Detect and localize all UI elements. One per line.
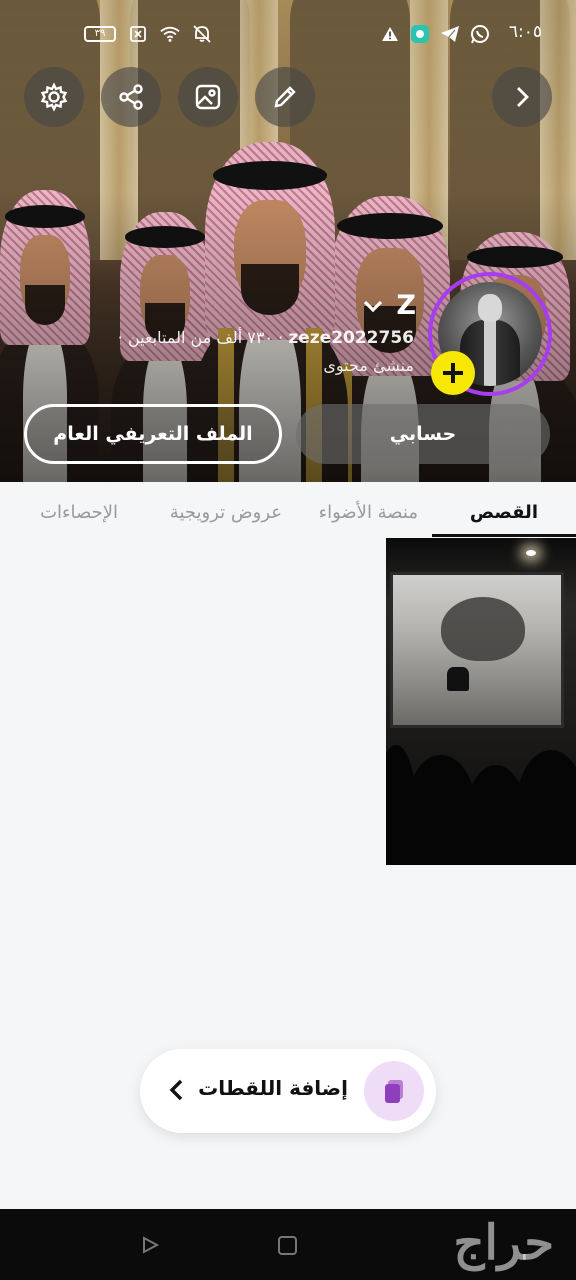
followers-count[interactable]: ٧٣٠ ألف من المتابعين bbox=[128, 328, 273, 347]
meta-separator: · bbox=[278, 328, 284, 347]
edit-button[interactable] bbox=[255, 67, 315, 127]
app-notification-icon bbox=[410, 24, 430, 44]
active-tab-indicator bbox=[432, 534, 576, 537]
story-thumbnail[interactable] bbox=[386, 538, 576, 865]
profile-meta: zeze2022756 · ٧٣٠ ألف من المتابعين · bbox=[118, 328, 414, 348]
profile-role: منشئ محتوى bbox=[323, 356, 414, 375]
mute-icon bbox=[192, 24, 212, 44]
share-button[interactable] bbox=[101, 67, 161, 127]
meta-separator: · bbox=[117, 328, 123, 347]
story-painting bbox=[390, 572, 564, 728]
battery-icon: ٣٩ bbox=[84, 26, 116, 42]
username: zeze2022756 bbox=[288, 328, 414, 348]
stack-icon bbox=[364, 1061, 424, 1121]
chevron-right-icon bbox=[517, 87, 529, 107]
tab-promotions[interactable]: عروض ترويجية bbox=[170, 502, 282, 523]
nav-home-button[interactable] bbox=[278, 1236, 297, 1255]
whatsapp-icon bbox=[470, 24, 490, 44]
back-button[interactable] bbox=[492, 67, 552, 127]
status-bar: ٣٩ ٦:٠٥ bbox=[0, 0, 576, 66]
watermark: حراج bbox=[453, 1215, 556, 1271]
telegram-icon bbox=[440, 24, 460, 44]
display-name-row[interactable]: Z bbox=[362, 290, 416, 321]
my-account-button[interactable]: حسابي bbox=[296, 404, 550, 464]
tab-stories[interactable]: القصص bbox=[470, 502, 538, 523]
sim-off-icon bbox=[128, 24, 148, 44]
tab-spotlight[interactable]: منصة الأضواء bbox=[319, 502, 418, 523]
nav-back-button[interactable] bbox=[140, 1235, 160, 1259]
chevron-down-icon bbox=[364, 300, 383, 312]
image-icon bbox=[195, 84, 221, 110]
add-story-button[interactable] bbox=[431, 351, 475, 395]
share-icon bbox=[119, 84, 143, 110]
chevron-left-icon bbox=[164, 1075, 188, 1105]
add-snaps-button[interactable]: إضافة اللقطات bbox=[140, 1049, 436, 1133]
public-profile-button[interactable]: الملف التعريفي العام bbox=[24, 404, 282, 464]
add-snaps-label: إضافة اللقطات bbox=[198, 1076, 348, 1100]
settings-button[interactable] bbox=[24, 67, 84, 127]
triangle-back-icon bbox=[143, 1236, 160, 1254]
profile-tabs: القصص منصة الأضواء عروض ترويجية الإحصاءا… bbox=[0, 482, 576, 538]
system-nav-bar: حراج bbox=[0, 1209, 576, 1280]
clock: ٦:٠٥ bbox=[508, 22, 542, 42]
plus-icon bbox=[443, 363, 463, 383]
warning-icon bbox=[380, 24, 400, 44]
gear-icon bbox=[40, 82, 68, 112]
cover-photo: ٣٩ ٦:٠٥ Z zeze2022756 · ٧٣٠ ألف من المتا… bbox=[0, 0, 576, 482]
pencil-icon bbox=[274, 86, 296, 108]
change-cover-button[interactable] bbox=[178, 67, 238, 127]
wifi-icon bbox=[160, 24, 180, 44]
display-name: Z bbox=[396, 290, 416, 321]
tab-insights[interactable]: الإحصاءات bbox=[40, 502, 118, 523]
